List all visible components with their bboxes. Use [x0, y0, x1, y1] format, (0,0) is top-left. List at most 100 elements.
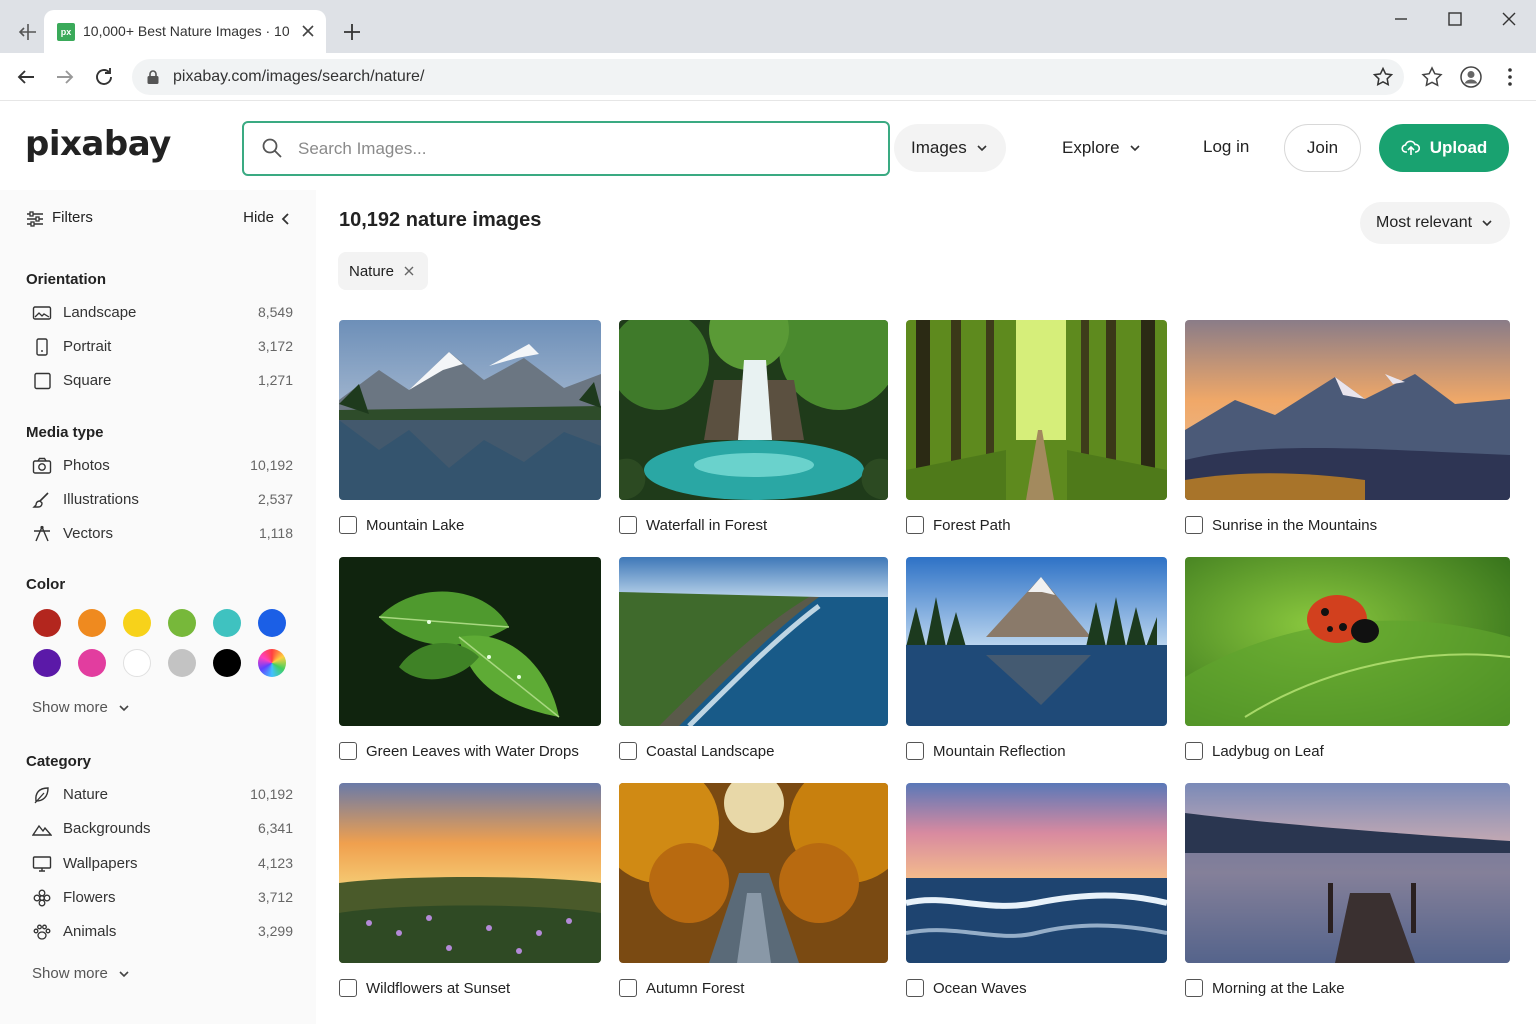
image-thumbnail[interactable]: [906, 320, 1167, 500]
media-type-photos[interactable]: Photos 10,192: [32, 455, 294, 477]
image-caption[interactable]: Wildflowers at Sunset: [339, 977, 510, 999]
image-thumbnail[interactable]: [1185, 783, 1510, 963]
search-input[interactable]: [298, 132, 868, 166]
maximize-icon[interactable]: [1444, 8, 1466, 30]
orientation-portrait[interactable]: Portrait 3,172: [32, 336, 294, 358]
back-arrow-icon[interactable]: [14, 65, 38, 89]
address-bar[interactable]: pixabay.com/images/search/nature/: [132, 59, 1404, 95]
category-flowers[interactable]: Flowers 3,712: [32, 887, 294, 909]
select-checkbox[interactable]: [1185, 516, 1203, 534]
select-checkbox[interactable]: [619, 742, 637, 760]
reload-icon[interactable]: [92, 65, 116, 89]
image-caption[interactable]: Ocean Waves: [906, 977, 1027, 999]
image-caption[interactable]: Forest Path: [906, 514, 1011, 536]
lock-icon[interactable]: [146, 69, 160, 85]
color-show-more-button[interactable]: Show more: [32, 699, 131, 716]
caption-text: Sunrise in the Mountains: [1212, 516, 1378, 534]
color-swatch[interactable]: [33, 649, 61, 677]
orientation-landscape[interactable]: Landscape 8,549: [32, 302, 294, 324]
chevron-down-icon: [119, 704, 129, 711]
color-swatch[interactable]: [33, 609, 61, 637]
forest-path-photo: [906, 320, 1167, 500]
color-swatch[interactable]: [78, 649, 106, 677]
upload-button[interactable]: Upload: [1379, 124, 1509, 172]
browser-menu-icon[interactable]: [1498, 65, 1522, 89]
tab-close-icon[interactable]: [299, 22, 317, 40]
image-thumbnail[interactable]: [906, 557, 1167, 726]
select-checkbox[interactable]: [906, 979, 924, 997]
image-caption[interactable]: Green Leaves with Water Drops: [339, 740, 579, 762]
join-button[interactable]: Join: [1284, 124, 1361, 172]
browser-tab[interactable]: px 10,000+ Best Nature Images · 100% Fre…: [44, 10, 326, 53]
select-checkbox[interactable]: [906, 516, 924, 534]
close-icon[interactable]: [403, 265, 415, 277]
url-text[interactable]: pixabay.com/images/search/nature/: [173, 68, 424, 86]
color-swatch[interactable]: [123, 649, 151, 677]
select-checkbox[interactable]: [1185, 979, 1203, 997]
sort-dropdown[interactable]: Most relevant: [1360, 202, 1510, 244]
search-icon[interactable]: [261, 137, 283, 159]
image-caption[interactable]: Mountain Lake: [339, 514, 464, 536]
minimize-icon[interactable]: [1390, 8, 1412, 30]
color-swatch[interactable]: [258, 609, 286, 637]
select-checkbox[interactable]: [339, 742, 357, 760]
category-show-more-button[interactable]: Show more: [32, 965, 131, 982]
forward-arrow-icon[interactable]: [53, 65, 77, 89]
image-thumbnail[interactable]: [1185, 557, 1510, 726]
image-caption[interactable]: Waterfall in Forest: [619, 514, 767, 536]
caption-text: Coastal Landscape: [646, 742, 775, 760]
image-thumbnail[interactable]: [339, 320, 601, 500]
category-count: 4,123: [257, 855, 293, 871]
profile-avatar-icon[interactable]: [1459, 65, 1483, 89]
color-swatch[interactable]: [213, 609, 241, 637]
image-thumbnail[interactable]: [339, 783, 601, 963]
color-swatch[interactable]: [168, 609, 196, 637]
window-close-icon[interactable]: [1498, 8, 1520, 30]
color-swatch[interactable]: [213, 649, 241, 677]
category-animals[interactable]: Animals 3,299: [32, 921, 294, 943]
pixabay-logo[interactable]: pixabay: [25, 124, 171, 164]
image-thumbnail[interactable]: [619, 783, 888, 963]
image-caption[interactable]: Autumn Forest: [619, 977, 744, 999]
select-checkbox[interactable]: [339, 516, 357, 534]
login-link[interactable]: Log in: [1203, 137, 1249, 157]
explore-dropdown[interactable]: Explore: [1048, 124, 1158, 172]
search-box[interactable]: [242, 121, 890, 176]
category-backgrounds[interactable]: Backgrounds 6,341: [32, 818, 294, 840]
chevron-left-icon[interactable]: [280, 212, 292, 226]
image-thumbnail[interactable]: [619, 557, 888, 726]
images-type-dropdown[interactable]: Images: [894, 124, 1006, 172]
image-caption[interactable]: Sunrise in the Mountains: [1185, 514, 1377, 536]
coastal-landscape-photo: [619, 557, 888, 726]
image-thumbnail[interactable]: [339, 557, 601, 726]
select-checkbox[interactable]: [619, 979, 637, 997]
color-swatch[interactable]: [78, 609, 106, 637]
bookmark-star-icon[interactable]: [1372, 66, 1394, 88]
color-swatch[interactable]: [168, 649, 196, 677]
image-caption[interactable]: Mountain Reflection: [906, 740, 1066, 762]
new-tab-icon[interactable]: [340, 20, 364, 44]
image-caption[interactable]: Coastal Landscape: [619, 740, 774, 762]
orientation-square[interactable]: Square 1,271: [32, 370, 294, 392]
bookmarks-star-icon[interactable]: [1420, 65, 1444, 89]
chevron-down-icon: [1482, 220, 1492, 227]
image-thumbnail[interactable]: [906, 783, 1167, 963]
image-caption[interactable]: Ladybug on Leaf: [1185, 740, 1324, 762]
select-checkbox[interactable]: [1185, 742, 1203, 760]
select-checkbox[interactable]: [339, 979, 357, 997]
active-filter-chip[interactable]: Nature: [338, 252, 428, 290]
category-nature[interactable]: Nature 10,192: [32, 784, 294, 806]
media-type-illustrations[interactable]: Illustrations 2,537: [32, 489, 294, 511]
select-checkbox[interactable]: [906, 742, 924, 760]
color-swatch[interactable]: [258, 649, 286, 677]
category-wallpapers[interactable]: Wallpapers 4,123: [32, 853, 294, 875]
media-type-vectors[interactable]: Vectors 1,118: [32, 523, 294, 545]
hide-filters-button[interactable]: Hide: [243, 209, 274, 226]
wildflowers-sunset-photo: [339, 783, 601, 963]
tab-search-icon[interactable]: [14, 18, 42, 46]
image-caption[interactable]: Morning at the Lake: [1185, 977, 1345, 999]
color-swatch[interactable]: [123, 609, 151, 637]
image-thumbnail[interactable]: [619, 320, 888, 500]
image-thumbnail[interactable]: [1185, 320, 1510, 500]
select-checkbox[interactable]: [619, 516, 637, 534]
